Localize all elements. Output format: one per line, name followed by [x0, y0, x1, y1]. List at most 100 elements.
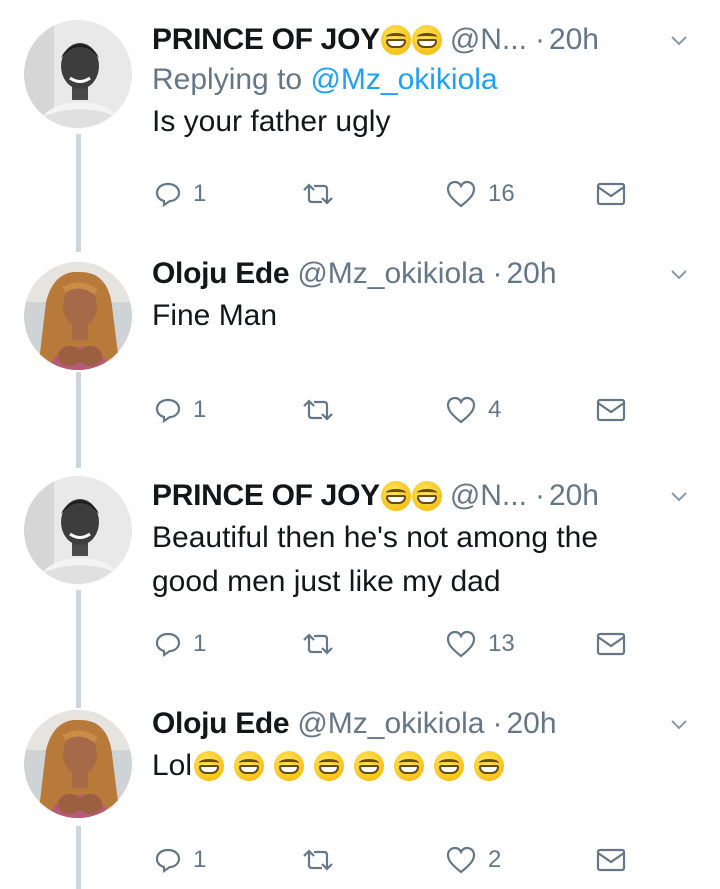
- retweet-button[interactable]: [300, 624, 336, 664]
- reply-count: 1: [193, 846, 207, 873]
- tweet-text: Fine Man: [152, 299, 278, 332]
- reply-button[interactable]: 1: [155, 390, 206, 430]
- separator-dot: ·: [534, 23, 545, 56]
- tweet-text-row: Lol: [152, 744, 690, 788]
- retweet-icon: [303, 633, 333, 655]
- grinning-emoji: [394, 751, 425, 781]
- retweet-icon: [303, 183, 333, 205]
- tweet[interactable]: Oloju Ede @Mz_okikiola · 20h Lol 1 2: [0, 702, 720, 889]
- separator-dot: ·: [492, 257, 503, 290]
- user-handle[interactable]: @N...: [450, 20, 527, 60]
- replying-to: Replying to @Mz_okikiola: [152, 60, 690, 100]
- grinning-emoji: [274, 751, 305, 781]
- chevron-down-icon[interactable]: [668, 263, 690, 285]
- tweet-actions: 1 4: [0, 390, 720, 430]
- dm-button[interactable]: [596, 840, 626, 880]
- like-button[interactable]: 2: [446, 840, 501, 880]
- like-button[interactable]: 13: [446, 624, 515, 664]
- man-avatar-image: [24, 476, 132, 584]
- tweet-text: Beautiful then he's not among the good m…: [152, 521, 599, 598]
- timestamp[interactable]: 20h: [507, 704, 557, 744]
- grinning-emoji: [380, 25, 411, 55]
- like-count: 16: [488, 180, 515, 207]
- tweet-header: PRINCE OF JOY @N... · 20h: [152, 20, 690, 60]
- dm-button[interactable]: [596, 174, 626, 214]
- user-handle[interactable]: @Mz_okikiola: [297, 254, 484, 294]
- reply-button[interactable]: 1: [155, 624, 206, 664]
- retweet-button[interactable]: [300, 174, 336, 214]
- user-handle[interactable]: @Mz_okikiola: [297, 704, 484, 744]
- grinning-emoji: [354, 751, 385, 781]
- woman-avatar-image: [24, 262, 132, 370]
- separator-dot: ·: [534, 479, 545, 512]
- grinning-emoji: [434, 751, 465, 781]
- dm-icon: [596, 182, 626, 206]
- display-name[interactable]: PRINCE OF JOY: [152, 476, 380, 516]
- tweet[interactable]: Oloju Ede @Mz_okikiola · 20h Fine Man 1 …: [0, 250, 720, 472]
- grinning-emoji: [474, 751, 505, 781]
- dm-icon: [596, 398, 626, 422]
- reply-icon: [155, 182, 181, 207]
- grinning-emoji: [314, 751, 345, 781]
- like-count: 13: [488, 630, 515, 657]
- reply-button[interactable]: 1: [155, 174, 206, 214]
- avatar[interactable]: [24, 262, 132, 370]
- tweet-header: Oloju Ede @Mz_okikiola · 20h: [152, 704, 690, 744]
- reply-icon: [155, 632, 181, 657]
- like-icon: [446, 846, 476, 874]
- timestamp[interactable]: 20h: [507, 254, 557, 294]
- tweet[interactable]: PRINCE OF JOY @N... · 20h Beautiful then…: [0, 472, 720, 702]
- tweet-header: Oloju Ede @Mz_okikiola · 20h: [152, 254, 690, 294]
- reply-count: 1: [193, 630, 207, 657]
- tweet[interactable]: PRINCE OF JOY @N... · 20h Replying to @M…: [0, 0, 720, 250]
- display-name[interactable]: Oloju Ede: [152, 704, 290, 744]
- grinning-emoji: [411, 481, 442, 511]
- like-icon: [446, 180, 476, 208]
- display-name[interactable]: PRINCE OF JOY: [152, 20, 380, 60]
- like-button[interactable]: 16: [446, 174, 515, 214]
- avatar[interactable]: [24, 710, 132, 818]
- tweet-actions: 1 2: [0, 840, 720, 880]
- tweet-text: Lol: [152, 749, 193, 782]
- like-count: 2: [488, 846, 502, 873]
- chevron-down-icon[interactable]: [668, 29, 690, 51]
- tweet-header: PRINCE OF JOY @N... · 20h: [152, 476, 690, 516]
- tweet-actions: 1 13: [0, 624, 720, 664]
- dm-icon: [596, 632, 626, 656]
- user-handle[interactable]: @N...: [450, 476, 527, 516]
- reply-count: 1: [193, 180, 207, 207]
- dm-button[interactable]: [596, 390, 626, 430]
- chevron-down-icon[interactable]: [668, 485, 690, 507]
- tweet-actions: 1 16: [0, 174, 720, 214]
- grinning-emoji: [194, 751, 225, 781]
- display-name[interactable]: Oloju Ede: [152, 254, 290, 294]
- replying-mention[interactable]: @Mz_okikiola: [310, 63, 497, 96]
- reply-count: 1: [193, 396, 207, 423]
- retweet-icon: [303, 849, 333, 871]
- timestamp[interactable]: 20h: [549, 20, 599, 60]
- man-avatar-image: [24, 20, 132, 128]
- timestamp[interactable]: 20h: [549, 476, 599, 516]
- avatar[interactable]: [24, 476, 132, 584]
- retweet-button[interactable]: [300, 390, 336, 430]
- grinning-emoji: [411, 25, 442, 55]
- reply-icon: [155, 398, 181, 423]
- retweet-icon: [303, 399, 333, 421]
- like-count: 4: [488, 396, 502, 423]
- retweet-button[interactable]: [300, 840, 336, 880]
- dm-icon: [596, 848, 626, 872]
- separator-dot: ·: [492, 707, 503, 740]
- chevron-down-icon[interactable]: [668, 713, 690, 735]
- tweet-text: Is your father ugly: [152, 105, 391, 138]
- grinning-emoji: [234, 751, 265, 781]
- reply-button[interactable]: 1: [155, 840, 206, 880]
- woman-avatar-image: [24, 710, 132, 818]
- avatar[interactable]: [24, 20, 132, 128]
- grinning-emoji: [380, 481, 411, 511]
- like-icon: [446, 396, 476, 424]
- replying-prefix: Replying to: [152, 63, 303, 96]
- like-button[interactable]: 4: [446, 390, 501, 430]
- like-icon: [446, 630, 476, 658]
- dm-button[interactable]: [596, 624, 626, 664]
- reply-icon: [155, 848, 181, 873]
